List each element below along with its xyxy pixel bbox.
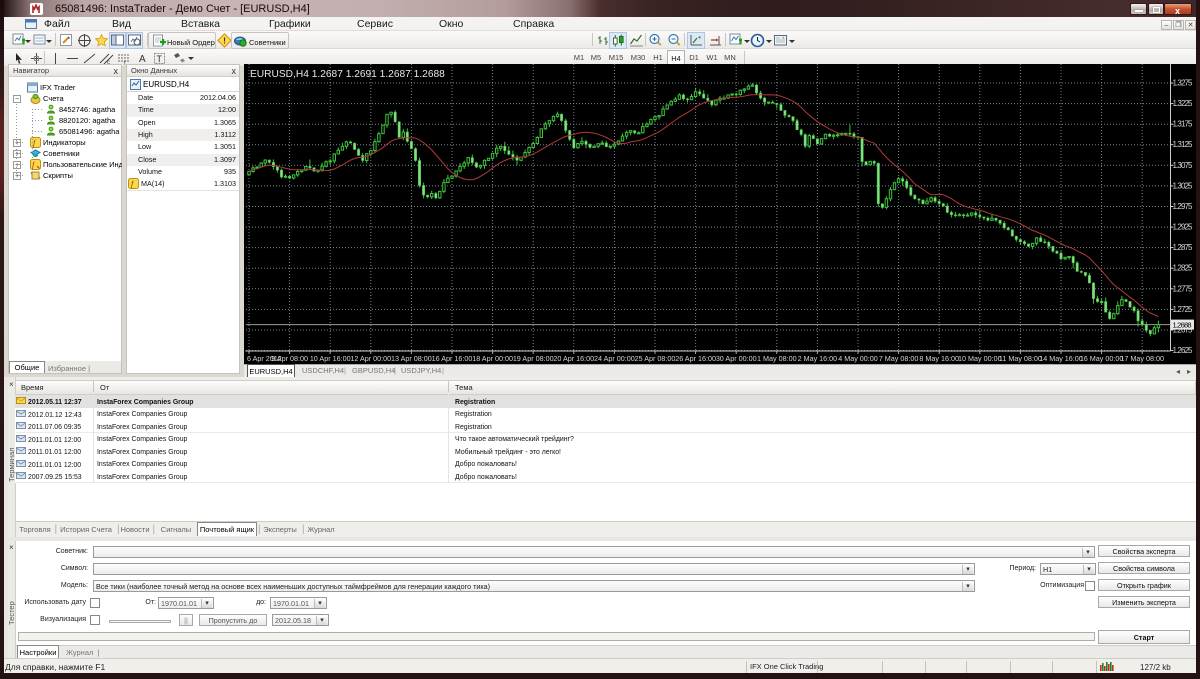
svg-text:1.3175: 1.3175 xyxy=(1173,120,1194,129)
svg-text:1.3225: 1.3225 xyxy=(1173,99,1194,108)
svg-text:1.3025: 1.3025 xyxy=(1173,181,1194,190)
svg-text:4 May 00:00: 4 May 00:00 xyxy=(838,354,878,363)
svg-text:1.2725: 1.2725 xyxy=(1173,305,1194,314)
svg-text:1.2975: 1.2975 xyxy=(1173,202,1194,211)
svg-text:1.2925: 1.2925 xyxy=(1173,223,1194,232)
svg-text:1 May 08:00: 1 May 08:00 xyxy=(757,354,797,363)
svg-text:10 May 00:00: 10 May 00:00 xyxy=(958,354,1002,363)
svg-text:1.2625: 1.2625 xyxy=(1173,346,1194,355)
svg-text:11 May 08:00: 11 May 08:00 xyxy=(999,354,1042,363)
svg-text:2 May 16:00: 2 May 16:00 xyxy=(798,354,838,363)
svg-text:1.2825: 1.2825 xyxy=(1173,264,1194,273)
svg-text:8 May 16:00: 8 May 16:00 xyxy=(919,354,959,363)
svg-text:12 Apr 00:00: 12 Apr 00:00 xyxy=(350,354,391,363)
svg-text:30 Apr 00:00: 30 Apr 00:00 xyxy=(716,354,757,363)
svg-text:1.2688: 1.2688 xyxy=(1173,321,1192,330)
svg-text:13 Apr 08:00: 13 Apr 08:00 xyxy=(391,354,432,363)
svg-text:1.3275: 1.3275 xyxy=(1173,79,1194,88)
svg-text:14 May 16:00: 14 May 16:00 xyxy=(1039,354,1083,363)
svg-text:1.3075: 1.3075 xyxy=(1173,161,1194,170)
svg-text:17 May 08:00: 17 May 08:00 xyxy=(1120,354,1164,363)
svg-text:T: T xyxy=(157,54,163,64)
svg-text:26 Apr 16:00: 26 Apr 16:00 xyxy=(675,354,716,363)
svg-text:EURUSD,H4 1.2687 1.2691 1.268: EURUSD,H4 1.2687 1.2691 1.2687 1.2688 xyxy=(250,69,445,80)
svg-text:1.2875: 1.2875 xyxy=(1173,243,1194,252)
svg-text:1.3125: 1.3125 xyxy=(1173,140,1194,149)
svg-text:1.2775: 1.2775 xyxy=(1173,284,1194,293)
svg-text:16 May 00:00: 16 May 00:00 xyxy=(1080,354,1124,363)
svg-text:18 Apr 00:00: 18 Apr 00:00 xyxy=(472,354,513,363)
svg-text:16 Apr 16:00: 16 Apr 16:00 xyxy=(432,354,473,363)
svg-text:20 Apr 16:00: 20 Apr 16:00 xyxy=(553,354,594,363)
svg-text:25 Apr 08:00: 25 Apr 08:00 xyxy=(635,354,676,363)
svg-text:24 Apr 00:00: 24 Apr 00:00 xyxy=(594,354,635,363)
svg-text:!: ! xyxy=(223,36,226,46)
svg-text:19 Apr 08:00: 19 Apr 08:00 xyxy=(513,354,554,363)
svg-text:7 May 08:00: 7 May 08:00 xyxy=(879,354,919,363)
svg-text:9 Apr 08:00: 9 Apr 08:00 xyxy=(271,354,308,363)
svg-text:10 Apr 16:00: 10 Apr 16:00 xyxy=(310,354,351,363)
